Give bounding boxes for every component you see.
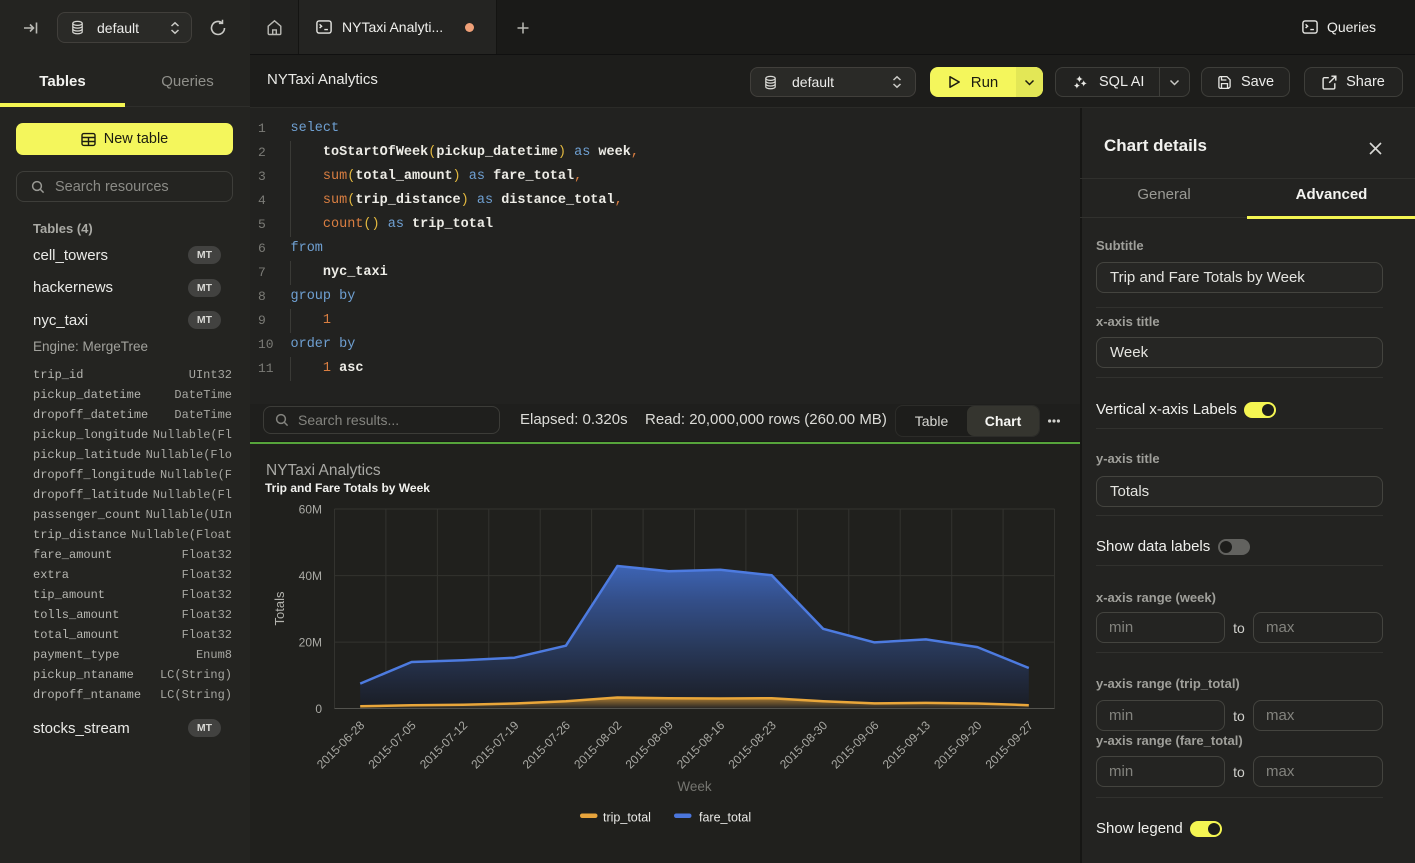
svg-text:2015-09-06: 2015-09-06 (828, 717, 882, 771)
svg-text:trip_total: trip_total (603, 810, 651, 824)
svg-text:2015-08-02: 2015-08-02 (571, 717, 625, 771)
svg-text:Week: Week (677, 779, 712, 794)
svg-text:2015-08-09: 2015-08-09 (623, 717, 677, 771)
svg-text:0: 0 (315, 702, 322, 716)
svg-text:fare_total: fare_total (699, 810, 751, 824)
svg-text:Trip and Fare Totals by Week: Trip and Fare Totals by Week (265, 481, 430, 495)
svg-text:2015-06-28: 2015-06-28 (314, 717, 368, 771)
svg-text:2015-09-27: 2015-09-27 (983, 717, 1037, 771)
svg-text:2015-08-16: 2015-08-16 (674, 717, 728, 771)
svg-text:2015-08-30: 2015-08-30 (777, 717, 831, 771)
svg-text:2015-07-05: 2015-07-05 (365, 717, 419, 771)
svg-text:2015-09-13: 2015-09-13 (880, 717, 934, 771)
svg-text:60M: 60M (299, 502, 322, 516)
svg-text:2015-07-26: 2015-07-26 (520, 717, 574, 771)
svg-text:2015-07-19: 2015-07-19 (468, 717, 522, 771)
svg-text:20M: 20M (299, 635, 322, 649)
svg-text:2015-09-20: 2015-09-20 (931, 717, 985, 771)
svg-text:2015-08-23: 2015-08-23 (726, 717, 780, 771)
svg-text:Totals: Totals (272, 591, 287, 625)
svg-text:NYTaxi Analytics: NYTaxi Analytics (266, 462, 381, 479)
svg-text:40M: 40M (299, 569, 322, 583)
svg-text:2015-07-12: 2015-07-12 (417, 717, 471, 771)
